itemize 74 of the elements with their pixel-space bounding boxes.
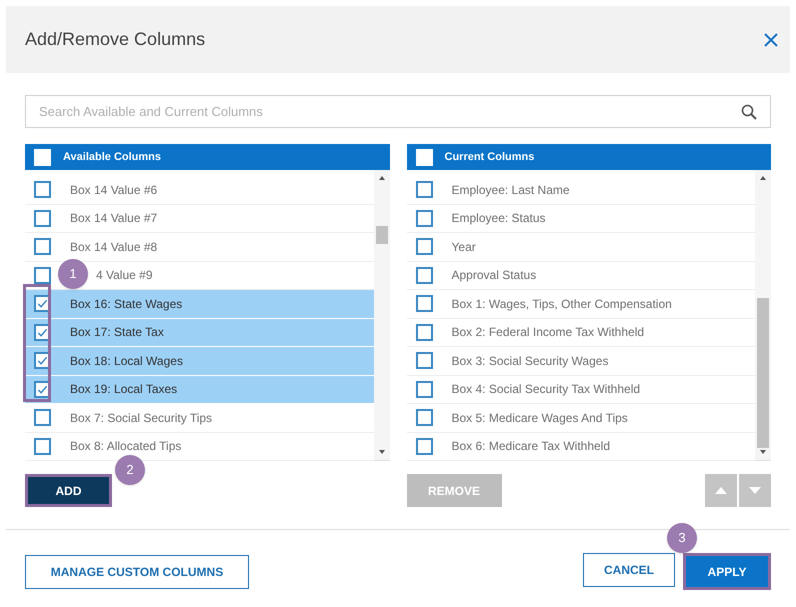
scrollbar[interactable] [374, 170, 390, 460]
list-row[interactable]: Approval Status [406, 262, 755, 290]
apply-button[interactable]: APPLY [683, 553, 771, 590]
column-name: Box 16: State Wages [70, 296, 182, 313]
checkbox[interactable] [34, 238, 51, 256]
header-label: Available Columns [63, 150, 162, 165]
checkbox[interactable] [34, 210, 51, 227]
column-name: Box 14 Value #6 [70, 182, 158, 199]
column-name: Box 14 Value #8 [70, 238, 158, 256]
column-name: Approval Status [452, 267, 536, 284]
checkbox[interactable] [34, 438, 51, 455]
column-name: Box 2: Federal Income Tax Withheld [452, 324, 644, 342]
search-icon[interactable] [741, 104, 757, 120]
column-name: Box 4: Social Security Tax Withheld [452, 381, 640, 398]
scroll-thumb[interactable] [376, 226, 388, 244]
column-name: 4 Value #9 [96, 267, 152, 284]
scroll-up-icon[interactable] [760, 176, 766, 180]
column-name: Box 1: Wages, Tips, Other Compensation [452, 296, 672, 313]
search-field[interactable]: Search Available and Current Columns [25, 95, 771, 128]
list-row[interactable]: Box 17: State Tax [25, 318, 374, 347]
column-name: Year [452, 238, 476, 256]
checkmark-icon [37, 355, 48, 366]
column-name: Employee: Status [452, 210, 546, 228]
checkmark-icon [37, 384, 48, 395]
column-name: Box 5: Medicare Wages And Tips [452, 410, 628, 427]
list-row[interactable]: Employee: Status [406, 204, 755, 233]
column-name: Employee: Last Name [452, 182, 570, 199]
column-name: Box 8: Allocated Tips [70, 438, 182, 456]
list-row[interactable]: Box 8: Allocated Tips [25, 432, 374, 461]
scroll-thumb[interactable] [757, 298, 769, 448]
checkbox[interactable] [416, 380, 432, 398]
column-name: Box 6: Medicare Tax Withheld [452, 438, 610, 456]
checkmark-icon [37, 298, 48, 310]
header-label: Current Columns [444, 150, 534, 165]
up-arrow-icon [715, 487, 727, 494]
list-row[interactable]: Box 14 Value #7 [25, 204, 374, 233]
column-name: Box 17: State Tax [70, 324, 164, 342]
checkbox[interactable] [416, 181, 432, 198]
column-name: Box 19: Local Taxes [70, 381, 178, 398]
list-row[interactable]: Box 2: Federal Income Tax Withheld [406, 318, 755, 347]
dialog-title: Add/Remove Columns [25, 28, 206, 51]
step-badge: 2 [115, 455, 145, 485]
manage-custom-columns-button[interactable]: MANAGE CUSTOM COLUMNS [25, 554, 249, 588]
checkbox[interactable] [34, 409, 51, 426]
list-row[interactable]: Box 18: Local Wages [25, 347, 374, 376]
step-badge: 3 [667, 523, 697, 553]
checkbox[interactable] [416, 210, 432, 227]
list-row[interactable]: Box 6: Medicare Tax Withheld [406, 432, 755, 461]
list-row[interactable]: Box 4: Social Security Tax Withheld [406, 376, 755, 404]
checkbox[interactable] [416, 409, 432, 426]
close-icon [764, 32, 778, 46]
column-name: Box 3: Social Security Wages [452, 352, 608, 370]
list-row[interactable]: Box 19: Local Taxes [25, 376, 374, 404]
scroll-down-icon[interactable] [760, 450, 766, 454]
checkbox[interactable] [416, 324, 432, 341]
checkbox[interactable] [416, 295, 432, 312]
checkbox[interactable] [34, 181, 51, 198]
checkbox[interactable] [416, 238, 432, 256]
checkbox[interactable] [34, 266, 51, 284]
scrollbar[interactable] [755, 170, 771, 460]
column-name: Box 14 Value #7 [70, 210, 158, 228]
list-row[interactable]: Box 16: State Wages [25, 290, 374, 318]
column-name: Box 18: Local Wages [70, 352, 183, 370]
checkbox[interactable] [416, 438, 432, 455]
checkbox[interactable] [416, 266, 432, 284]
checkmark-icon [37, 326, 48, 338]
add-button[interactable]: ADD [25, 474, 112, 507]
checkbox[interactable] [416, 352, 432, 370]
cancel-button[interactable]: CANCEL [583, 553, 675, 587]
scroll-up-icon[interactable] [378, 176, 384, 180]
scroll-down-icon[interactable] [378, 450, 384, 454]
column-name: Box 7: Social Security Tips [70, 410, 212, 427]
down-arrow-icon [749, 487, 761, 494]
search-input: Search Available and Current Columns [39, 102, 741, 122]
